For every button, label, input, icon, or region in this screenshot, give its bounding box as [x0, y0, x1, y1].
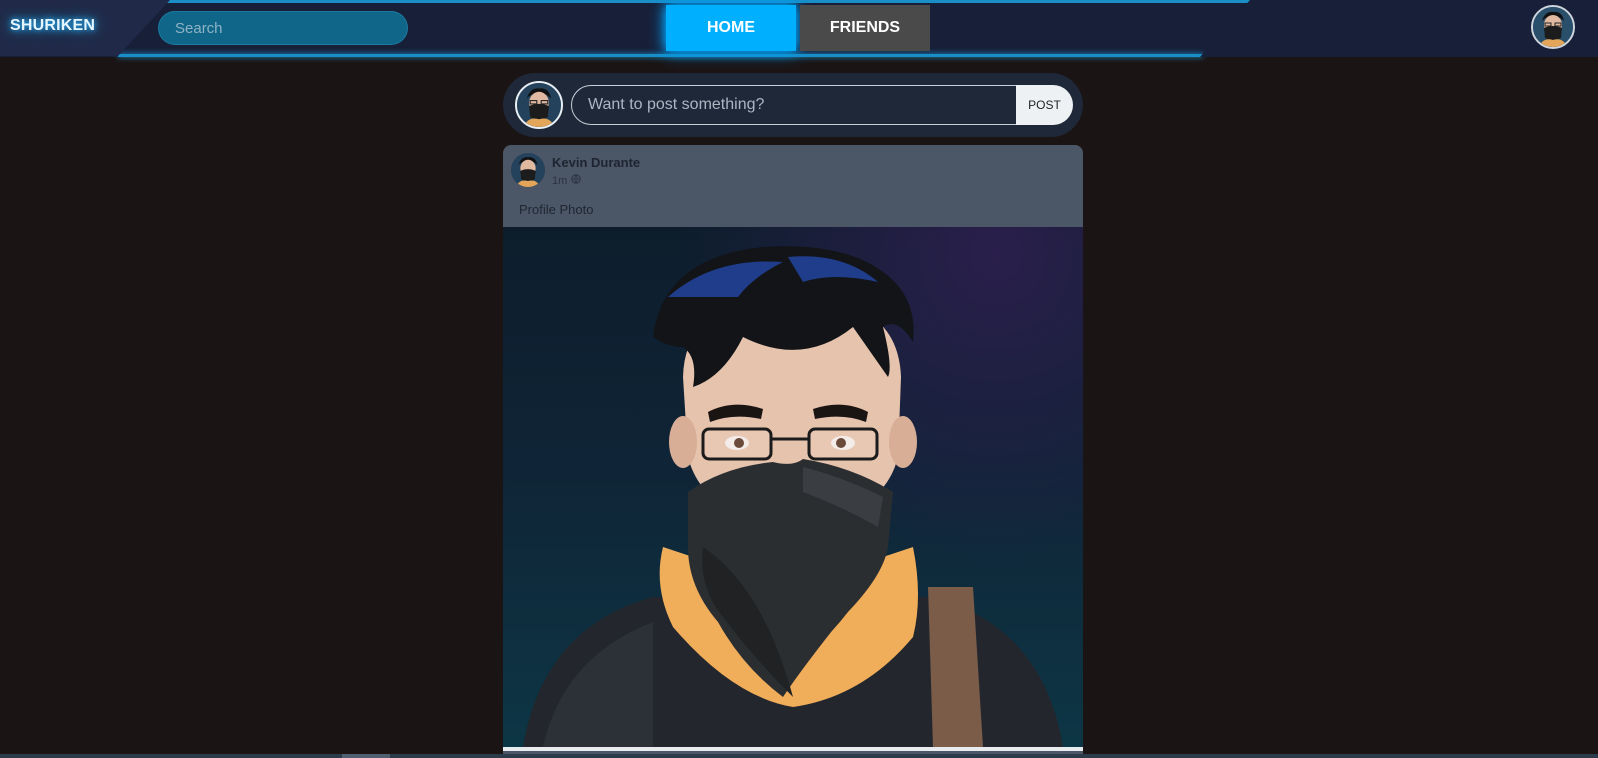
top-navbar: SHURIKEN HOME FRIENDS: [0, 0, 1598, 60]
horizontal-scrollbar[interactable]: [0, 754, 1598, 758]
post-photo[interactable]: [503, 227, 1083, 747]
brand-logo[interactable]: SHURIKEN: [10, 17, 95, 35]
post-meta: 1m: [552, 174, 581, 187]
avatar-image: [517, 83, 561, 127]
photo-bottom-border: [503, 747, 1083, 751]
avatar-portrait-image: [523, 246, 1063, 747]
tab-home[interactable]: HOME: [666, 5, 796, 51]
post-composer: POST: [503, 73, 1083, 137]
globe-icon: [571, 174, 581, 187]
navbar-top-glow: [0, 0, 1250, 3]
post-button[interactable]: POST: [1016, 85, 1073, 125]
user-avatar[interactable]: [1531, 5, 1575, 49]
post-caption: Profile Photo: [519, 202, 594, 217]
post-time: 1m: [552, 174, 568, 187]
search-input[interactable]: [158, 11, 408, 45]
composer-avatar: [515, 81, 563, 129]
navbar-bottom-glow: [118, 54, 1203, 57]
scrollbar-thumb[interactable]: [342, 754, 390, 758]
post-card: Kevin Durante 1m Profile Photo: [503, 145, 1083, 758]
avatar-image: [511, 153, 545, 187]
post-input[interactable]: [571, 85, 1019, 125]
post-author-avatar[interactable]: [511, 153, 545, 187]
post-author-name[interactable]: Kevin Durante: [552, 155, 640, 170]
avatar-image: [1533, 7, 1573, 47]
tab-friends[interactable]: FRIENDS: [800, 5, 930, 51]
